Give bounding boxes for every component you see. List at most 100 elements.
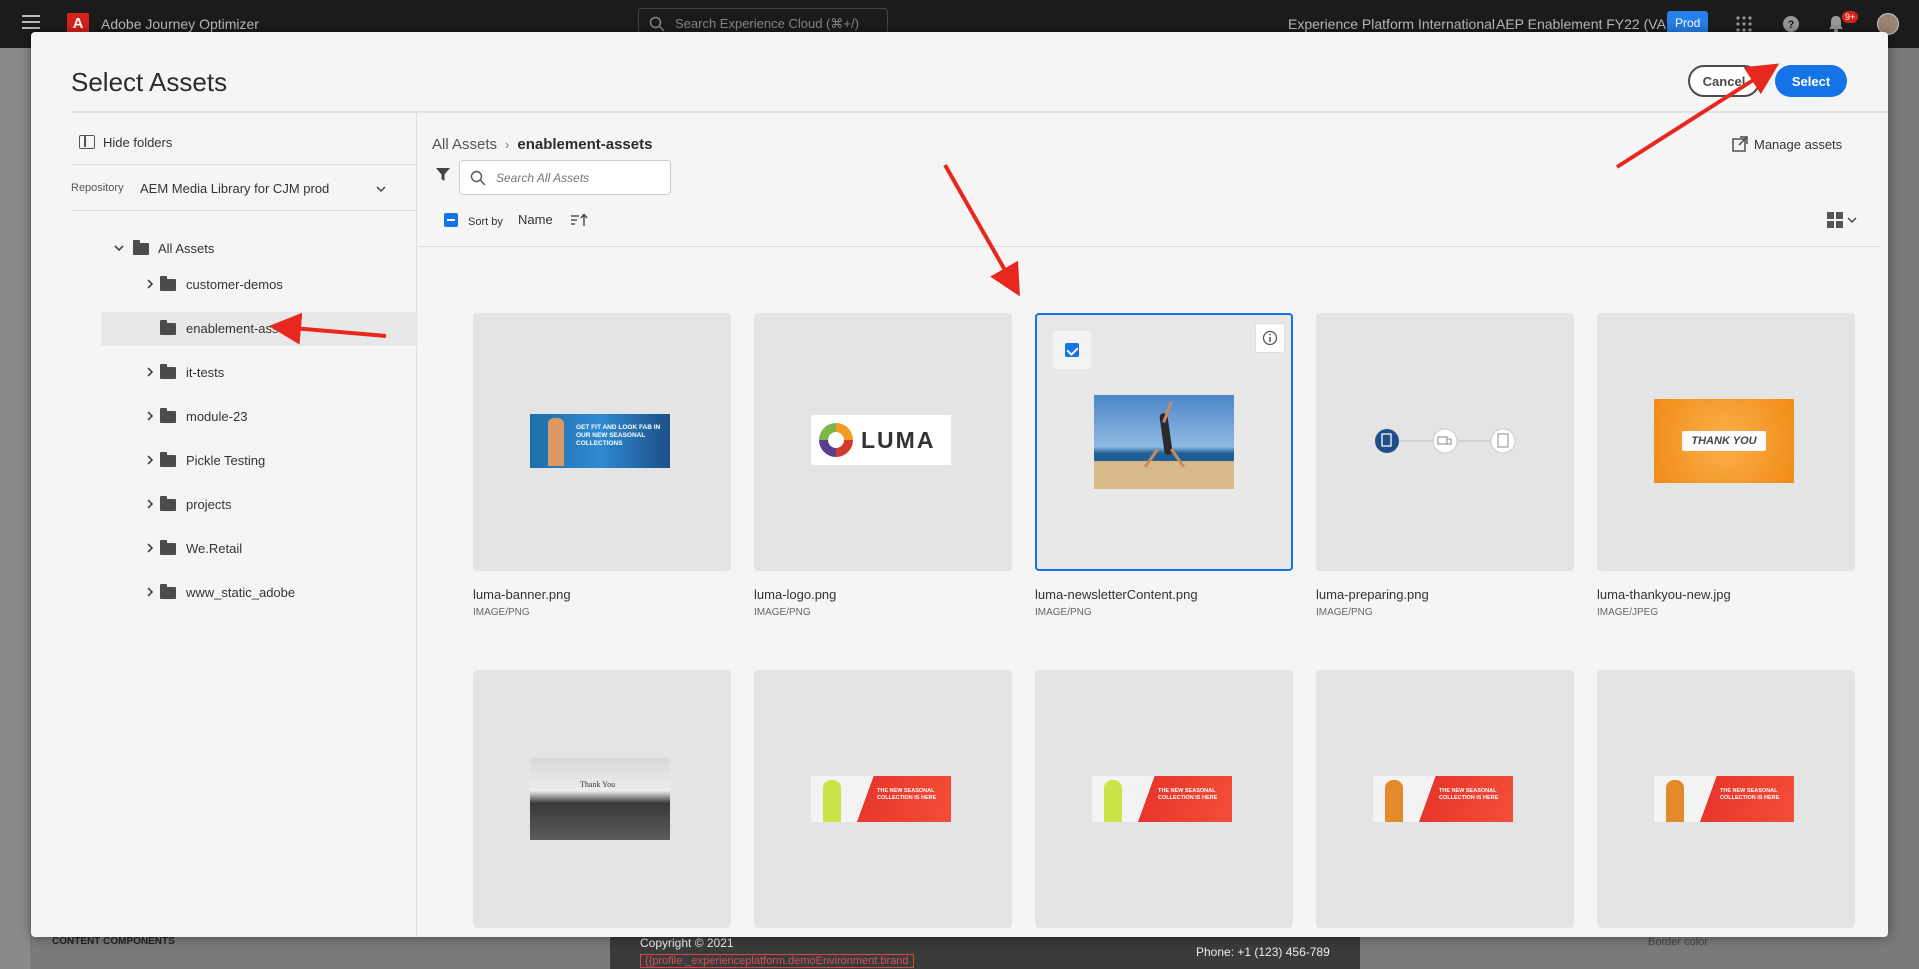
filter-icon[interactable] [436,168,450,182]
tree-folder-item[interactable]: it-tests [101,356,417,390]
tree-folder-label: module-23 [186,409,248,424]
banner-person [548,418,564,466]
tree-item-all-assets[interactable]: All Assets [81,232,417,266]
dialog-title: Select Assets [71,67,228,97]
chevron-down-icon[interactable] [113,242,125,254]
asset-browser: All Assets › enablement-assets Manage asse… [418,113,1888,937]
sort-order-icon[interactable] [570,213,588,227]
asset-type: IMAGE/PNG [473,607,530,618]
folder-open-icon [133,240,149,255]
tree-folder-item[interactable]: module-23 [101,400,417,434]
chevron-right-icon[interactable] [144,366,156,378]
tree-folder-item[interactable]: enablement-assets [101,312,417,346]
chevron-down-icon[interactable] [375,183,387,195]
asset-name: luma-logo.png [754,587,837,602]
sort-by-label: Sort by [468,216,503,228]
breadcrumb: All Assets › enablement-assets [432,136,652,153]
cancel-button[interactable]: Cancel [1688,65,1760,97]
asset-image: THE NEW SEASONAL COLLECTION IS HERE [1373,776,1513,822]
asset-thumbnail[interactable] [1316,313,1574,571]
asset-thumbnail[interactable]: THE NEW SEASONAL COLLECTION IS HERE [1035,670,1293,928]
org-switcher[interactable]: Experience Platform International [1288,16,1495,32]
manage-assets-link[interactable]: Manage assets [1732,136,1842,152]
app-name[interactable]: Adobe Journey Optimizer [101,16,259,32]
repository-picker[interactable]: AEM Media Library for CJM prod [140,181,329,196]
typewriter-text: Thank You [580,780,616,789]
seasonal-text: THE NEW SEASONAL COLLECTION IS HERE [1439,788,1499,801]
chevron-right-icon[interactable] [144,542,156,554]
folder-icon [160,584,176,599]
chevron-right-icon[interactable] [144,498,156,510]
tree-folder-item[interactable]: projects [101,488,417,522]
menu-icon[interactable] [22,15,40,29]
svg-text:?: ? [1788,19,1795,31]
tree-folder-label: Pickle Testing [186,453,266,468]
tree-folder-item[interactable]: We.Retail [101,532,417,566]
divider [71,164,417,165]
asset-thumbnail[interactable]: THE NEW SEASONAL COLLECTION IS HERE [1597,670,1855,928]
tree-folder-item[interactable]: customer-demos [101,268,417,302]
select-all-checkbox[interactable] [444,213,458,227]
asset-image: THE NEW SEASONAL COLLECTION IS HERE [811,776,951,822]
chevron-right-icon[interactable] [144,586,156,598]
asset-image: Thank You [530,758,670,840]
seasonal-text: THE NEW SEASONAL COLLECTION IS HERE [1720,788,1780,801]
breadcrumb-root[interactable]: All Assets [432,136,497,153]
folder-sidebar: Hide folders Repository AEM Media Librar… [31,113,417,937]
folder-icon [160,320,176,335]
footer-copyright: Copyright © 2021 [640,936,734,950]
asset-thumbnail[interactable]: Thank You [473,670,731,928]
footer-phone: Phone: +1 (123) 456-789 [1196,945,1330,959]
chevron-right-icon[interactable] [144,410,156,422]
grid-view-icon[interactable] [1826,211,1860,229]
background-email-footer: Copyright © 2021 Phone: +1 (123) 456-789… [610,936,1360,969]
info-button[interactable] [1255,323,1285,353]
asset-thumbnail[interactable]: GET FIT AND LOOK FAB IN OUR NEW SEASONAL… [473,313,731,571]
banner-model [1385,780,1403,822]
banner-text: GET FIT AND LOOK FAB IN OUR NEW SEASONAL… [576,424,661,447]
asset-name: luma-thankyou-new.jpg [1597,587,1731,602]
asset-thumbnail[interactable]: THE NEW SEASONAL COLLECTION IS HERE [754,670,1012,928]
footer-profile-token: {{profile._experienceplatform.demoEnviro… [640,954,914,968]
hide-folders-label: Hide folders [103,135,173,150]
tree-folder-label: customer-demos [186,277,283,292]
sandbox-switcher[interactable]: AEP Enablement FY22 (VA7) [1496,16,1678,32]
thankyou-ribbon: THANK YOU [1682,431,1766,451]
asset-image: LUMA [811,415,951,465]
apps-grid-icon[interactable] [1734,14,1754,34]
background-border-color: Border color [1648,936,1708,948]
asset-thumbnail[interactable] [1035,313,1293,571]
tree-item-label: All Assets [158,241,215,256]
asset-checkbox[interactable] [1053,331,1091,369]
folder-icon [160,364,176,379]
sidebar-toggle-icon [79,135,95,149]
asset-type: IMAGE/PNG [1035,607,1092,618]
tree-folder-label: it-tests [186,365,225,380]
tree-folder-label: www_static_adobe [186,585,296,600]
tree-folder-label: enablement-assets [186,321,296,336]
asset-thumbnail[interactable]: THE NEW SEASONAL COLLECTION IS HERE [1316,670,1574,928]
chevron-right-icon[interactable] [144,454,156,466]
asset-search-placeholder: Search All Assets [496,171,590,185]
divider [418,246,1880,247]
select-button[interactable]: Select [1775,65,1847,97]
seasonal-text: THE NEW SEASONAL COLLECTION IS HERE [1158,788,1218,801]
seasonal-text: THE NEW SEASONAL COLLECTION IS HERE [877,788,937,801]
info-icon [1262,330,1278,346]
folder-icon [160,276,176,291]
chevron-right-icon[interactable] [144,278,156,290]
asset-search-input[interactable]: Search All Assets [459,160,671,195]
asset-thumbnail[interactable]: LUMA [754,313,1012,571]
tree-folder-item[interactable]: Pickle Testing [101,444,417,478]
banner-model [823,780,841,822]
asset-name: luma-newsletterContent.png [1035,587,1198,602]
folder-icon [160,408,176,423]
sort-field-picker[interactable]: Name [518,212,553,227]
asset-type: IMAGE/PNG [1316,607,1373,618]
hide-folders-button[interactable]: Hide folders [79,135,172,150]
asset-name: luma-preparing.png [1316,587,1429,602]
asset-thumbnail[interactable]: THANK YOU [1597,313,1855,571]
tree-folder-item[interactable]: www_static_adobe [101,576,417,610]
asset-image: GET FIT AND LOOK FAB IN OUR NEW SEASONAL… [530,414,670,468]
help-icon[interactable]: ? [1781,14,1801,34]
